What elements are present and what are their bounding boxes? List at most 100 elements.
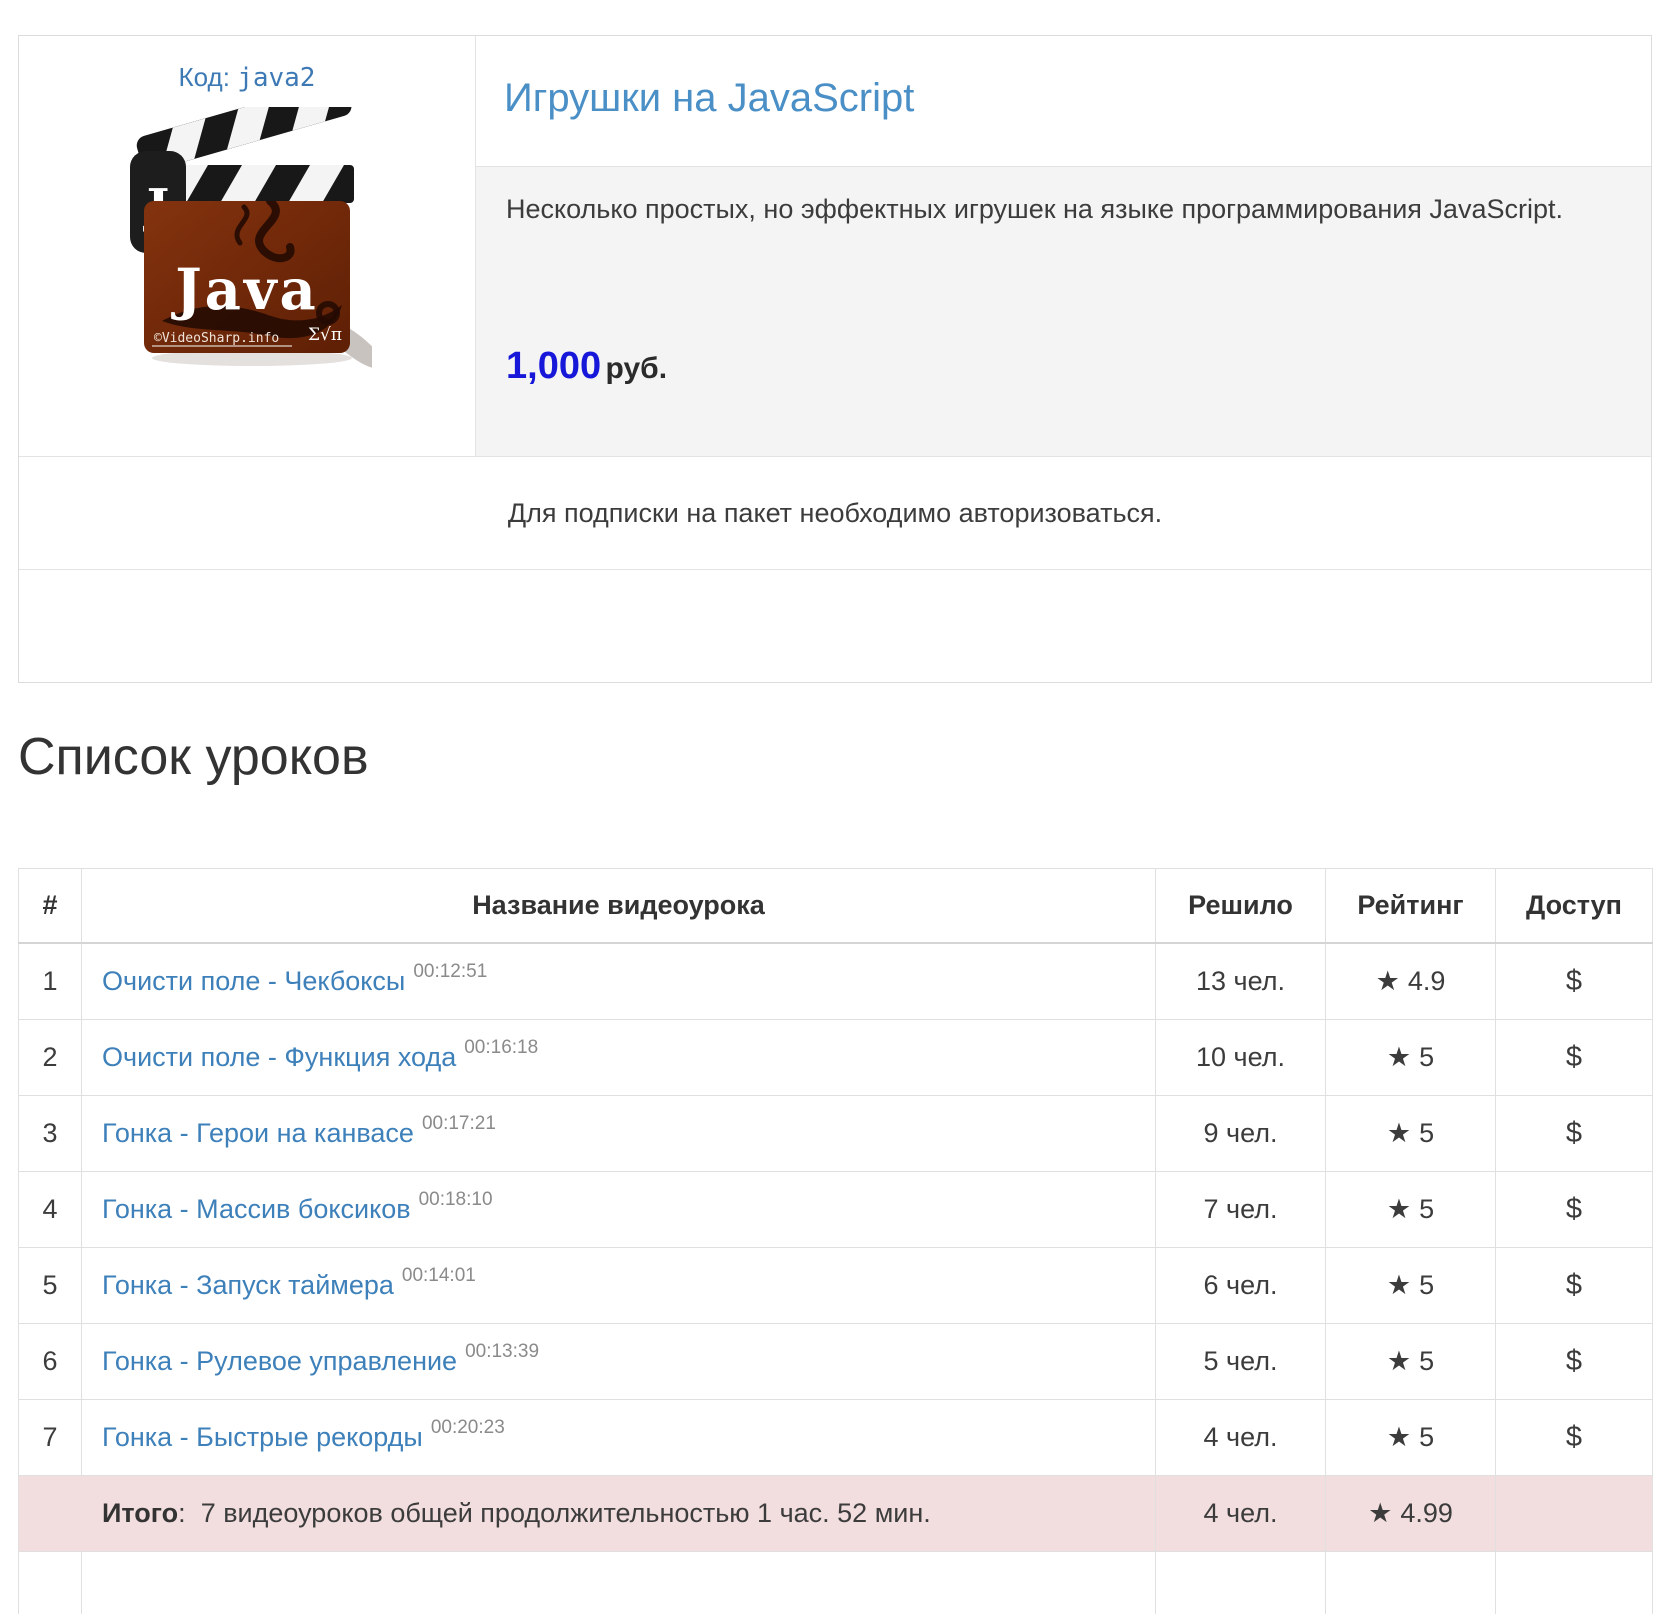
- column-header-access: Доступ: [1496, 869, 1653, 944]
- table-row: 7 Гонка - Быстрые рекорды 00:20:23 4 чел.…: [19, 1400, 1653, 1476]
- solved-count: 13 чел.: [1156, 943, 1326, 1020]
- price-currency: руб.: [606, 352, 667, 385]
- column-header-title: Название видеоурока: [82, 869, 1156, 944]
- package-code: Код: java2: [19, 36, 475, 93]
- lesson-number: 5: [19, 1248, 82, 1324]
- package-code-label: Код:: [179, 62, 230, 92]
- table-header-row: # Название видеоурока Решило Рейтинг Дос…: [19, 869, 1653, 944]
- solved-count: 6 чел.: [1156, 1248, 1326, 1324]
- lesson-link[interactable]: Гонка - Запуск таймера: [102, 1270, 394, 1300]
- lesson-duration: 00:18:10: [419, 1189, 493, 1210]
- card-empty-row: [19, 569, 1651, 682]
- lesson-duration: 00:13:39: [465, 1341, 539, 1362]
- rating-cell: ★5: [1326, 1020, 1496, 1096]
- lesson-link[interactable]: Гонка - Быстрые рекорды: [102, 1422, 423, 1452]
- lesson-number: 1: [19, 943, 82, 1020]
- star-icon: ★: [1387, 1194, 1411, 1224]
- auth-notice-row: Для подписки на пакет необходимо авториз…: [19, 456, 1651, 569]
- access-indicator: $: [1496, 1324, 1653, 1400]
- rating-cell: ★ 4.9: [1326, 943, 1496, 1020]
- solved-count: 10 чел.: [1156, 1020, 1326, 1096]
- package-price: 1,000 руб.: [506, 345, 1621, 388]
- access-indicator: $: [1496, 1172, 1653, 1248]
- package-info-cell: Игрушки на JavaScript Несколько простых,…: [476, 36, 1651, 456]
- watermark-text: ©VideoSharp.info: [154, 331, 279, 346]
- package-code-value: java2: [237, 63, 315, 93]
- lesson-duration: 00:12:51: [413, 961, 487, 982]
- star-icon: ★: [1387, 1118, 1411, 1148]
- package-description-panel: Несколько простых, но эффектных игрушек …: [476, 167, 1651, 456]
- lesson-link[interactable]: Гонка - Рулевое управление: [102, 1346, 457, 1376]
- column-header-rating: Рейтинг: [1326, 869, 1496, 944]
- access-indicator: $: [1496, 1096, 1653, 1172]
- column-header-num: #: [19, 869, 82, 944]
- rating-value: 5: [1419, 1422, 1434, 1452]
- lesson-link[interactable]: Гонка - Массив боксиков: [102, 1194, 411, 1224]
- package-title-area: Игрушки на JavaScript: [476, 36, 1651, 167]
- lesson-duration: 00:14:01: [402, 1265, 476, 1286]
- lesson-link[interactable]: Очисти поле - Чекбоксы: [102, 966, 405, 996]
- lesson-number: 4: [19, 1172, 82, 1248]
- table-row: 3 Гонка - Герои на канвасе 00:17:21 9 чел…: [19, 1096, 1653, 1172]
- summary-access-cell: [1496, 1476, 1653, 1552]
- solved-count: 9 чел.: [1156, 1096, 1326, 1172]
- summary-text-cell: Итого: 7 видеоуроков общей продолжительн…: [19, 1476, 1156, 1552]
- table-row: 2 Очисти поле - Функция хода00:16:18 10 …: [19, 1020, 1653, 1096]
- solved-count: 4 чел.: [1156, 1400, 1326, 1476]
- star-icon: ★: [1387, 1346, 1411, 1376]
- star-icon: ★: [1387, 1270, 1411, 1300]
- summary-text: 7 видеоуроков общей продолжительностью 1…: [201, 1498, 931, 1528]
- rating-cell: ★5: [1326, 1324, 1496, 1400]
- star-icon: ★: [1376, 966, 1400, 996]
- summary-rating-cell: ★ 4.99: [1326, 1476, 1496, 1552]
- summary-row: Итого: 7 видеоуроков общей продолжительн…: [19, 1476, 1653, 1552]
- page-title: Игрушки на JavaScript: [476, 36, 1651, 120]
- access-indicator: $: [1496, 1020, 1653, 1096]
- package-card: Код: java2: [18, 35, 1652, 683]
- java-clapperboard-art: J Java ©VideoSharp.info: [122, 107, 372, 371]
- star-icon: ★: [1387, 1042, 1411, 1072]
- package-image-cell: Код: java2: [19, 36, 476, 456]
- lesson-duration: 00:17:21: [422, 1113, 496, 1134]
- rating-value: 4.9: [1408, 966, 1446, 996]
- package-description: Несколько простых, но эффектных игрушек …: [506, 193, 1621, 227]
- star-icon: ★: [1368, 1498, 1392, 1528]
- lesson-link[interactable]: Очисти поле - Функция хода: [102, 1042, 456, 1072]
- table-row: 5 Гонка - Запуск таймера00:14:01 6 чел. …: [19, 1248, 1653, 1324]
- lesson-duration: 00:16:18: [464, 1037, 538, 1058]
- auth-notice-text: Для подписки на пакет необходимо авториз…: [508, 498, 1162, 529]
- rating-value: 5: [1419, 1270, 1434, 1300]
- lesson-number: 6: [19, 1324, 82, 1400]
- solved-count: 7 чел.: [1156, 1172, 1326, 1248]
- column-header-solved: Решило: [1156, 869, 1326, 944]
- summary-label: Итого: [102, 1498, 178, 1528]
- package-cover-image: J Java ©VideoSharp.info: [19, 107, 475, 376]
- rating-cell: ★5: [1326, 1172, 1496, 1248]
- lesson-duration: 00:20:23: [431, 1417, 505, 1438]
- summary-rating-value: 4.99: [1400, 1498, 1453, 1528]
- lessons-heading: Список уроков: [18, 731, 1670, 783]
- lesson-link[interactable]: Гонка - Герои на канвасе: [102, 1118, 414, 1148]
- rating-cell: ★5: [1326, 1400, 1496, 1476]
- price-amount: 1,000: [506, 345, 601, 387]
- rating-value: 5: [1419, 1118, 1434, 1148]
- rating-cell: ★5: [1326, 1096, 1496, 1172]
- access-indicator: $: [1496, 1400, 1653, 1476]
- rating-cell: ★5: [1326, 1248, 1496, 1324]
- lesson-number: 7: [19, 1400, 82, 1476]
- lesson-number: 3: [19, 1096, 82, 1172]
- summary-colon: :: [178, 1498, 186, 1528]
- table-row: 6 Гонка - Рулевое управление 00:13:39 5 ч…: [19, 1324, 1653, 1400]
- rating-value: 5: [1419, 1346, 1434, 1376]
- star-icon: ★: [1387, 1422, 1411, 1452]
- access-indicator: $: [1496, 943, 1653, 1020]
- package-card-top-row: Код: java2: [19, 36, 1651, 456]
- table-row-cutoff: [19, 1552, 1653, 1614]
- java-label: Java: [170, 257, 319, 323]
- clapper-body: Java ©VideoSharp.info Σ√π: [144, 201, 350, 353]
- rating-value: 5: [1419, 1194, 1434, 1224]
- table-row: 4 Гонка - Массив боксиков 00:18:10 7 чел.…: [19, 1172, 1653, 1248]
- solved-count: 5 чел.: [1156, 1324, 1326, 1400]
- rating-value: 5: [1419, 1042, 1434, 1072]
- lessons-table: # Название видеоурока Решило Рейтинг Дос…: [18, 868, 1653, 1614]
